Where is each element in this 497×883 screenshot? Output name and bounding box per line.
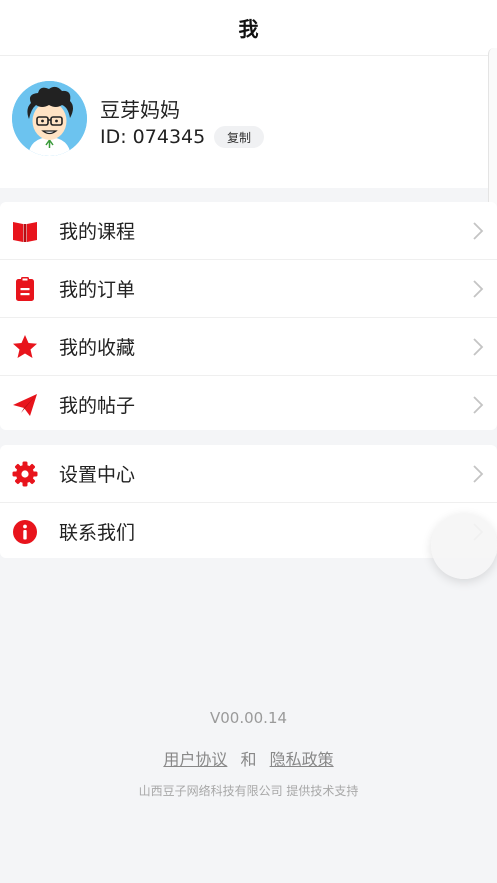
edge-drawer-handle[interactable] bbox=[488, 48, 497, 214]
page-title: 我 bbox=[238, 17, 259, 41]
user-agreement-link[interactable]: 用户协议 bbox=[163, 750, 227, 769]
and-text: 和 bbox=[240, 750, 257, 769]
privacy-policy-link[interactable]: 隐私政策 bbox=[270, 750, 334, 769]
floating-assistive-button[interactable] bbox=[431, 513, 497, 579]
menu-item-label: 我的课程 bbox=[59, 221, 136, 243]
menu-item-label: 设置中心 bbox=[59, 464, 136, 486]
copy-id-button[interactable]: 复制 bbox=[214, 126, 264, 148]
menu-item-contact[interactable]: 联系我们 bbox=[0, 502, 497, 560]
chevron-right-icon bbox=[473, 338, 484, 356]
profile-card: 豆芽妈妈 ID: 074345 复制 bbox=[0, 56, 497, 188]
menu-item-posts[interactable]: 我的帖子 bbox=[0, 375, 497, 433]
menu-item-label: 我的帖子 bbox=[59, 395, 136, 417]
menu-item-label: 联系我们 bbox=[59, 522, 136, 544]
star-icon bbox=[13, 335, 37, 358]
paper-plane-icon bbox=[13, 394, 37, 416]
chevron-right-icon bbox=[473, 465, 484, 483]
company-credit: 山西豆子网络科技有限公司 提供技术支持 bbox=[138, 784, 359, 798]
book-icon bbox=[13, 222, 37, 242]
avatar[interactable] bbox=[12, 81, 87, 156]
top-nav-bar: 我 bbox=[0, 0, 497, 56]
info-icon bbox=[13, 520, 37, 544]
menu-item-courses[interactable]: 我的课程 bbox=[0, 202, 497, 259]
menu-item-orders[interactable]: 我的订单 bbox=[0, 259, 497, 317]
chevron-right-icon bbox=[473, 222, 484, 240]
legal-links: 用户协议 和 隐私政策 bbox=[0, 746, 497, 770]
gear-icon bbox=[12, 461, 38, 487]
menu-item-label: 我的订单 bbox=[59, 279, 136, 301]
menu-group-settings: 设置中心 联系我们 bbox=[0, 445, 497, 558]
app-version: V00.00.14 bbox=[209, 709, 288, 727]
clipboard-icon bbox=[16, 277, 34, 301]
menu-group-main: 我的课程 我的订单 我的收藏 我的帖子 bbox=[0, 202, 497, 430]
cartoon-avatar-image bbox=[12, 81, 87, 156]
profile-id: ID: 074345 bbox=[100, 126, 206, 148]
menu-item-settings[interactable]: 设置中心 bbox=[0, 445, 497, 502]
profile-name: 豆芽妈妈 bbox=[100, 98, 180, 122]
menu-item-favorites[interactable]: 我的收藏 bbox=[0, 317, 497, 375]
chevron-right-icon bbox=[473, 280, 484, 298]
chevron-right-icon bbox=[473, 396, 484, 414]
menu-item-label: 我的收藏 bbox=[59, 337, 136, 359]
